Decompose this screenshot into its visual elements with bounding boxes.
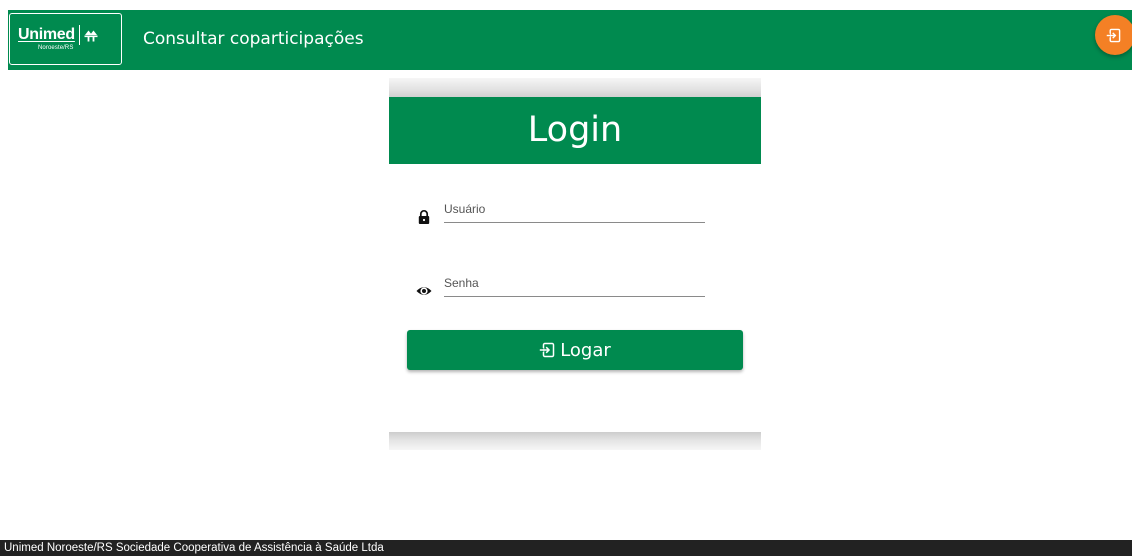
- password-input[interactable]: [444, 273, 705, 297]
- username-input[interactable]: [444, 199, 705, 223]
- login-button[interactable]: Logar: [407, 330, 743, 370]
- login-title: Login: [389, 97, 761, 164]
- logo-wordmark: Unimed: [18, 26, 75, 43]
- logo-divider: [78, 25, 81, 45]
- card-shadow-top: [389, 78, 761, 97]
- eye-icon: [416, 283, 432, 299]
- login-card: Login Usuário Logar: [389, 78, 761, 450]
- unimed-tree-icon: [84, 30, 98, 42]
- login-icon: [539, 342, 555, 358]
- unimed-logo[interactable]: Unimed Noroeste/RS: [9, 13, 122, 65]
- lock-icon: [416, 209, 432, 225]
- card-shadow-bottom: [389, 432, 761, 450]
- page-title: Consultar coparticipações: [143, 29, 364, 49]
- footer: Unimed Noroeste/RS Sociedade Cooperativa…: [0, 540, 1132, 556]
- password-field: [413, 273, 705, 303]
- exit-button[interactable]: [1095, 15, 1132, 55]
- logo-main: Unimed: [18, 25, 99, 45]
- exit-icon: [1105, 28, 1120, 42]
- login-button-label: Logar: [560, 339, 611, 361]
- username-field: [413, 199, 705, 229]
- top-app-bar: Unimed Noroeste/RS Consultar coparticipa…: [8, 10, 1132, 70]
- logo-region: Noroeste/RS: [38, 45, 74, 51]
